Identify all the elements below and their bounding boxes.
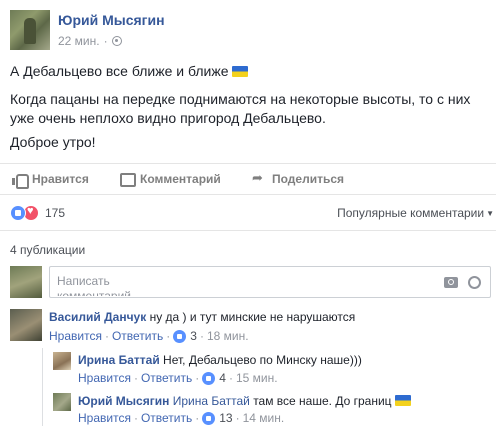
reactions-summary[interactable]: 175 bbox=[10, 205, 65, 221]
reply-like-count[interactable]: 13 bbox=[219, 411, 232, 425]
share-label: Поделиться bbox=[272, 172, 345, 186]
post-text-line: А Дебальцево все ближе и ближе bbox=[10, 62, 248, 81]
like-count-icon bbox=[202, 411, 216, 425]
meta-separator: · bbox=[103, 34, 108, 48]
reply-mention[interactable]: Ирина Баттай bbox=[173, 394, 250, 408]
reply-time[interactable]: 15 мин. bbox=[236, 371, 278, 385]
comment-label: Комментарий bbox=[140, 172, 221, 186]
comment-icon bbox=[120, 173, 136, 187]
reply-avatar[interactable] bbox=[53, 352, 71, 370]
thread-line bbox=[42, 348, 43, 426]
divider bbox=[0, 194, 496, 195]
reply-time[interactable]: 14 мин. bbox=[243, 411, 285, 425]
reply-author[interactable]: Ирина Баттай bbox=[78, 353, 160, 367]
comment-sort-dropdown[interactable]: Популярные комментарии ▼ bbox=[337, 206, 494, 220]
comment-time[interactable]: 18 мин. bbox=[207, 329, 249, 343]
viewer-avatar bbox=[10, 266, 42, 298]
reply-body: Юрий Мысягин Ирина Баттай там все наше. … bbox=[78, 394, 411, 408]
commenter-avatar[interactable] bbox=[10, 309, 42, 341]
reply-like-count[interactable]: 4 bbox=[219, 371, 226, 385]
reply-reply-link[interactable]: Ответить bbox=[141, 411, 192, 425]
reply-like-link[interactable]: Нравится bbox=[78, 411, 131, 425]
reaction-count[interactable]: 175 bbox=[45, 206, 65, 220]
reply-actions: Нравится · Ответить · 13 · 14 мин. bbox=[78, 411, 285, 425]
post-text-line: уже очень неплохо видно пригород Дебальц… bbox=[10, 110, 326, 126]
post-text-line: Когда пацаны на передке поднимаются на н… bbox=[10, 91, 471, 107]
post-time[interactable]: 22 мин. bbox=[58, 34, 100, 48]
globe-icon[interactable] bbox=[111, 36, 122, 46]
comment-author[interactable]: Василий Данчук bbox=[49, 310, 146, 324]
reply-author[interactable]: Юрий Мысягин bbox=[78, 394, 169, 408]
comment-actions: Нравится · Ответить · 3 · 18 мин. bbox=[49, 329, 249, 343]
share-button[interactable]: Поделиться bbox=[252, 170, 345, 186]
ukraine-flag-icon bbox=[231, 66, 248, 77]
comment-input-placeholder[interactable]: Написать комментарий... bbox=[57, 274, 157, 296]
comment-like-count[interactable]: 3 bbox=[190, 329, 197, 343]
comment-button[interactable]: Комментарий bbox=[120, 172, 221, 187]
like-count-icon bbox=[173, 329, 187, 343]
reply-text: там все наше. До границ bbox=[253, 394, 392, 408]
like-label: Нравится bbox=[32, 172, 89, 186]
reply-text: Нет, Дебальцево по Минску наше))) bbox=[163, 353, 362, 367]
shares-count-link[interactable]: 4 публикации bbox=[10, 243, 85, 257]
like-reaction-icon bbox=[10, 205, 26, 221]
comment-text: ну да ) и тут минские не нарушаются bbox=[149, 310, 356, 324]
emoji-icon[interactable] bbox=[468, 276, 481, 289]
comment-reply-link[interactable]: Ответить bbox=[112, 329, 163, 343]
author-avatar[interactable] bbox=[10, 10, 50, 50]
reply-actions: Нравится · Ответить · 4 · 15 мин. bbox=[78, 371, 278, 385]
divider bbox=[0, 230, 496, 231]
thumbs-up-icon bbox=[12, 173, 29, 189]
post-author-name[interactable]: Юрий Мысягин bbox=[58, 12, 165, 28]
like-count-icon bbox=[202, 371, 216, 385]
ukraine-flag-icon bbox=[394, 395, 411, 406]
comment-like-link[interactable]: Нравится bbox=[49, 329, 102, 343]
reply-avatar[interactable] bbox=[53, 393, 71, 411]
reply-reply-link[interactable]: Ответить bbox=[141, 371, 192, 385]
camera-icon[interactable] bbox=[444, 277, 458, 288]
post-meta: 22 мин. · bbox=[58, 34, 122, 48]
share-icon bbox=[252, 170, 266, 186]
comment-body: Василий Данчук ну да ) и тут минские не … bbox=[49, 310, 355, 324]
caret-down-icon: ▼ bbox=[486, 209, 494, 218]
like-button[interactable]: Нравится bbox=[12, 172, 89, 189]
sort-label: Популярные комментарии bbox=[337, 206, 485, 220]
post-text-line: Доброе утро! bbox=[10, 134, 96, 150]
post-headline: А Дебальцево все ближе и ближе bbox=[10, 63, 229, 79]
divider bbox=[0, 163, 496, 164]
reply-like-link[interactable]: Нравится bbox=[78, 371, 131, 385]
reply-body: Ирина Баттай Нет, Дебальцево по Минску н… bbox=[78, 353, 362, 367]
